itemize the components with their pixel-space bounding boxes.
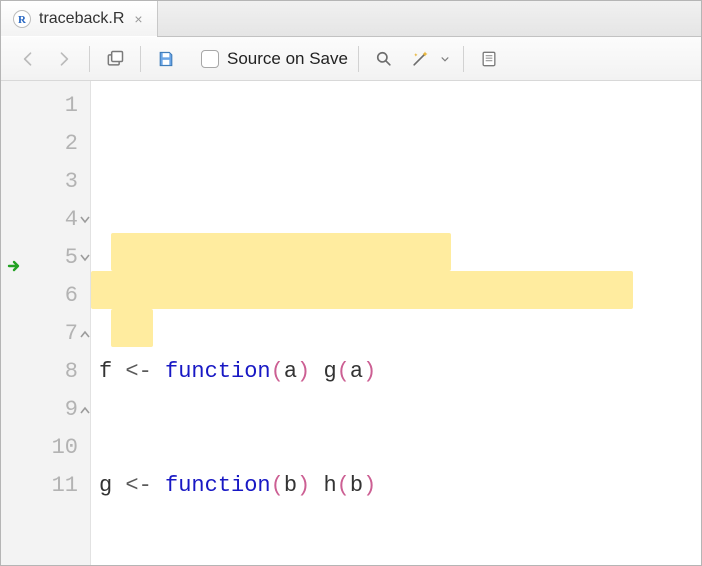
toolbar-separator — [358, 46, 359, 72]
tab-bar-fill — [158, 1, 701, 36]
nav-forward-button[interactable] — [49, 45, 79, 73]
gutter-line: 6 — [1, 277, 90, 315]
toolbar-separator — [89, 46, 90, 72]
svg-text:R: R — [18, 14, 27, 26]
execution-arrow-icon — [7, 258, 23, 274]
fold-open-icon[interactable] — [79, 214, 91, 226]
code-tools-dropdown[interactable] — [437, 45, 453, 73]
gutter-line: 4 — [1, 201, 90, 239]
popout-icon — [105, 49, 125, 69]
toolbar: Source on Save — [1, 37, 701, 81]
code-line: g <- function(b) h(b) — [99, 467, 701, 505]
code-tools-button[interactable] — [405, 45, 435, 73]
debug-highlight — [111, 309, 153, 347]
checkbox-box-icon — [201, 50, 219, 68]
nav-back-button[interactable] — [13, 45, 43, 73]
gutter-line: 8 — [1, 353, 90, 391]
search-icon — [374, 49, 394, 69]
fold-close-icon[interactable] — [79, 328, 91, 340]
source-on-save-checkbox[interactable]: Source on Save — [201, 49, 348, 69]
gutter-line: 2 — [1, 125, 90, 163]
toolbar-separator — [463, 46, 464, 72]
debug-highlight — [91, 271, 633, 309]
code-area[interactable]: f <- function(a) g(a) g <- function(b) h… — [91, 81, 701, 565]
fold-open-icon[interactable] — [79, 252, 91, 264]
gutter-line: 11 — [1, 467, 90, 505]
save-button[interactable] — [151, 45, 181, 73]
toolbar-separator — [140, 46, 141, 72]
gutter-line: 10 — [1, 429, 90, 467]
code-line: f <- function(a) g(a) — [99, 353, 701, 391]
tab-bar: R traceback.R × — [1, 1, 701, 37]
editor-window: R traceback.R × Source on Save — [0, 0, 702, 566]
gutter-line: 3 — [1, 163, 90, 201]
find-button[interactable] — [369, 45, 399, 73]
arrow-left-icon — [18, 49, 38, 69]
save-icon — [156, 49, 176, 69]
chevron-down-icon — [438, 49, 452, 69]
gutter-line: 1 — [1, 87, 90, 125]
tab-close-icon[interactable]: × — [132, 11, 144, 27]
fold-close-icon[interactable] — [79, 404, 91, 416]
gutter-line: 7 — [1, 315, 90, 353]
code-editor[interactable]: 1 2 3 4 5 6 7 8 9 10 11 f <- function(a)… — [1, 81, 701, 565]
wand-icon — [410, 49, 430, 69]
debug-highlight — [111, 233, 451, 271]
gutter-line: 9 — [1, 391, 90, 429]
gutter-line: 5 — [1, 239, 90, 277]
gutter[interactable]: 1 2 3 4 5 6 7 8 9 10 11 — [1, 81, 91, 565]
compile-report-button[interactable] — [474, 45, 504, 73]
arrow-right-icon — [54, 49, 74, 69]
tab-file[interactable]: R traceback.R × — [1, 1, 158, 36]
r-file-icon: R — [13, 10, 31, 28]
show-in-new-window-button[interactable] — [100, 45, 130, 73]
tab-label: traceback.R — [39, 10, 124, 28]
notebook-icon — [479, 49, 499, 69]
source-on-save-label: Source on Save — [227, 49, 348, 69]
